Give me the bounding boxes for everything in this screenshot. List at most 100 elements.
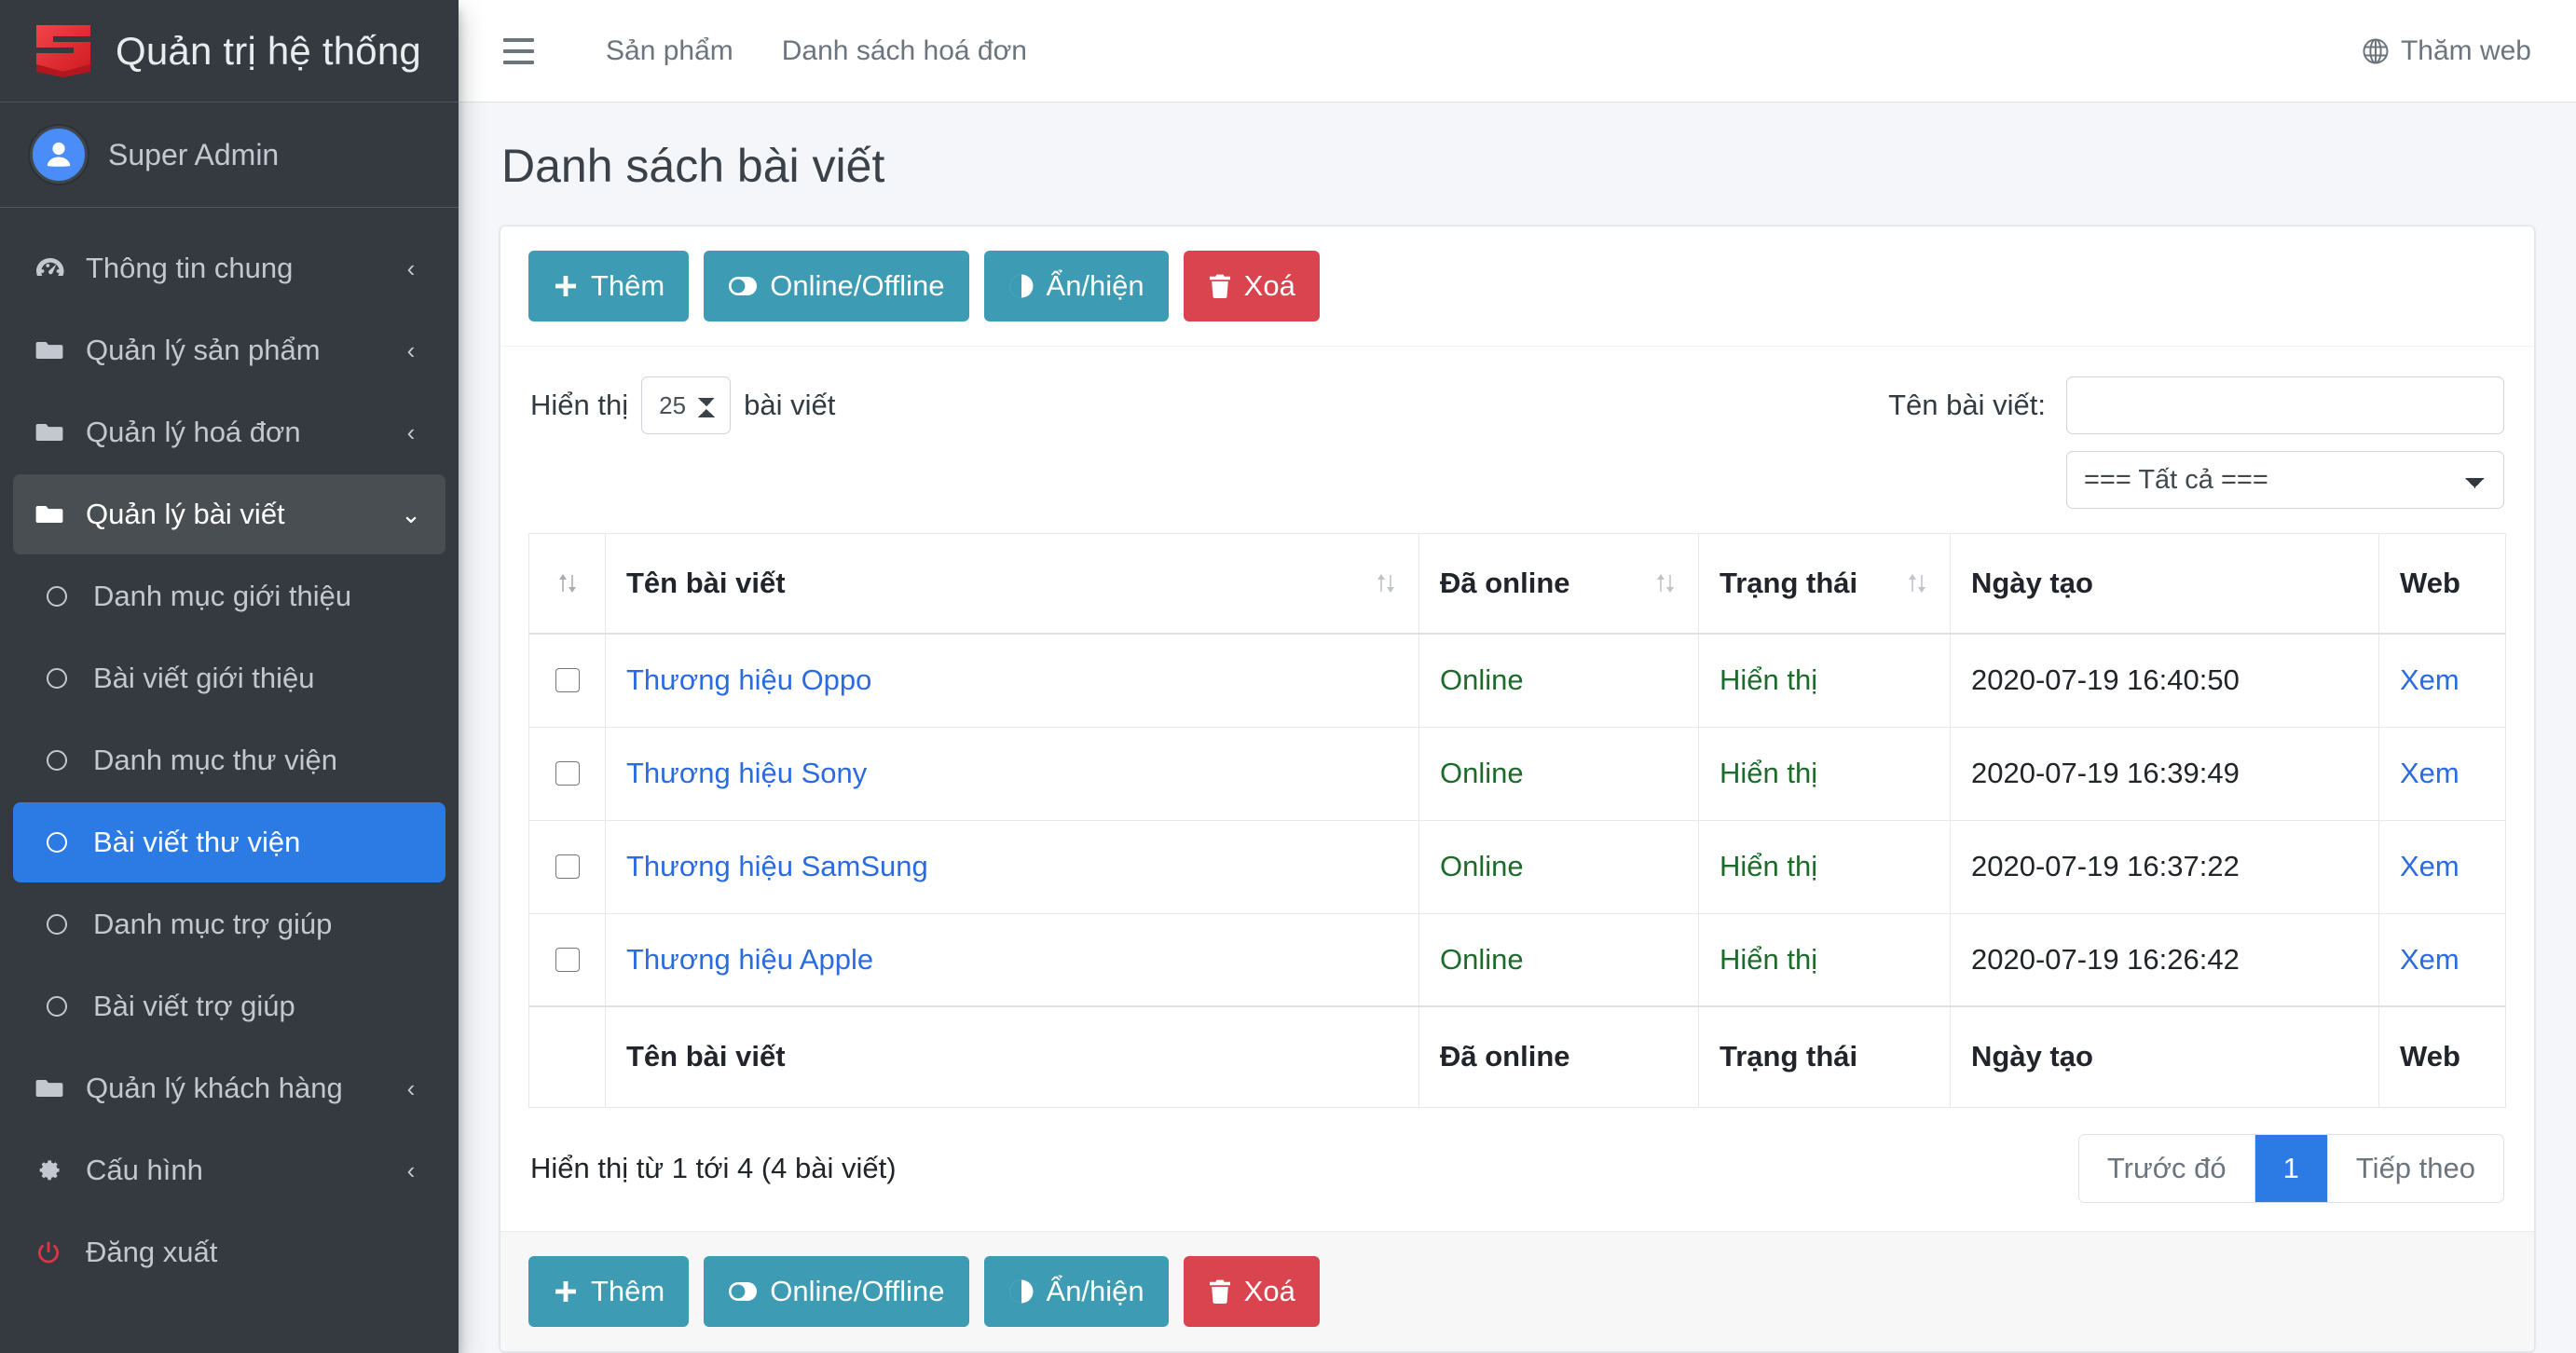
- delete-button-bottom[interactable]: Xoá: [1183, 1255, 1320, 1327]
- article-name-link[interactable]: Thương hiệu Sony: [626, 757, 867, 789]
- sidebar-item-bai-viet-tro-giup[interactable]: Bài viết trợ giúp: [13, 966, 445, 1046]
- folder-icon: [35, 1077, 78, 1100]
- pagination-info: Hiển thị từ 1 tới 4 (4 bài viết): [530, 1151, 897, 1184]
- sidebar-item-bai-viet-gioi-thieu[interactable]: Bài viết giới thiệu: [13, 638, 445, 718]
- pagination-prev[interactable]: Trước đó: [2079, 1134, 2255, 1202]
- sidebar-item-thong-tin-chung[interactable]: Thông tin chung ‹: [13, 228, 445, 308]
- card-footer-toolbar: Thêm Online/Offline Ẩn/hiện Xoá: [500, 1230, 2534, 1351]
- row-checkbox[interactable]: [555, 854, 580, 879]
- delete-button-top[interactable]: Xoá: [1183, 250, 1320, 321]
- row-name-cell: Thương hiệu SamSung: [605, 819, 1419, 914]
- pagination-page-1[interactable]: 1: [2254, 1134, 2328, 1202]
- table-row: Thương hiệu Oppo Online Hiển thị 2020-07…: [528, 633, 2506, 728]
- circle-icon: [47, 750, 86, 771]
- sidebar-item-quan-ly-bai-viet[interactable]: Quản lý bài viết ⌄: [13, 474, 445, 554]
- tf-date: Ngày tạo: [1950, 1005, 2379, 1108]
- toolbar-top: Thêm Online/Offline Ẩn/hiện Xoá: [528, 250, 2506, 321]
- circle-icon: [47, 586, 86, 607]
- topnav-link-san-pham[interactable]: Sản phẩm: [582, 35, 758, 67]
- circle-icon: [47, 914, 86, 935]
- th-name[interactable]: Tên bài viết: [605, 532, 1419, 635]
- th-label: Tên bài viết: [626, 566, 786, 599]
- view-link[interactable]: Xem: [2400, 850, 2460, 882]
- pagination-next[interactable]: Tiếp theo: [2328, 1135, 2503, 1202]
- row-date-cell: 2020-07-19 16:37:22: [1950, 819, 2379, 914]
- brand-title: Quản trị hệ thống: [116, 28, 421, 73]
- row-web-cell: Xem: [2378, 912, 2506, 1007]
- category-filter-select[interactable]: === Tất cả ===: [2066, 450, 2504, 509]
- sidebar-item-danh-muc-tro-giup[interactable]: Danh mục trợ giúp: [13, 884, 445, 964]
- add-button-top[interactable]: Thêm: [528, 250, 690, 321]
- sidebar-item-label: Bài viết thư viện: [93, 826, 301, 858]
- row-checkbox[interactable]: [555, 761, 580, 786]
- sidebar-item-dang-xuat[interactable]: Đăng xuất: [13, 1212, 445, 1292]
- user-panel[interactable]: Super Admin: [0, 102, 459, 208]
- row-checkbox-cell: [528, 726, 606, 821]
- toggle-circle-icon: [728, 273, 758, 299]
- pagination-controls: Trước đó 1 Tiếp theo: [2077, 1133, 2504, 1203]
- visibility-status: Hiển thị: [1720, 850, 1818, 882]
- sidebar-item-bai-viet-thu-vien[interactable]: Bài viết thư viện: [13, 802, 445, 882]
- sidebar-item-quan-ly-khach-hang[interactable]: Quản lý khách hàng ‹: [13, 1048, 445, 1128]
- sidebar-item-label: Bài viết giới thiệu: [93, 662, 315, 694]
- chevron-down-icon: ⌄: [401, 500, 421, 528]
- circle-icon: [47, 832, 86, 853]
- sidebar-item-danh-muc-thu-vien[interactable]: Danh mục thư viện: [13, 720, 445, 800]
- online-offline-button-top[interactable]: Online/Offline: [704, 250, 969, 321]
- th-online[interactable]: Đã online: [1418, 532, 1699, 635]
- length-suffix-label: bài viết: [744, 388, 836, 421]
- sidebar-item-danh-muc-gioi-thieu[interactable]: Danh mục giới thiệu: [13, 556, 445, 636]
- hide-show-button-bottom[interactable]: Ẩn/hiện: [983, 1255, 1169, 1327]
- sidebar-item-quan-ly-san-pham[interactable]: Quản lý sản phẩm ‹: [13, 310, 445, 390]
- chevron-left-icon: ‹: [406, 418, 416, 446]
- view-link[interactable]: Xem: [2400, 663, 2460, 696]
- sidebar-item-quan-ly-hoa-don[interactable]: Quản lý hoá đơn ‹: [13, 392, 445, 472]
- half-circle-icon: [1008, 273, 1035, 299]
- brand-header[interactable]: Quản trị hệ thống: [0, 0, 459, 102]
- table-head: Tên bài viết Đã online Trạng thái Ngày t…: [528, 532, 2506, 635]
- th-status[interactable]: Trạng thái: [1698, 532, 1951, 635]
- view-link[interactable]: Xem: [2400, 757, 2460, 789]
- topnav-link-danh-sach-hoa-don[interactable]: Danh sách hoá đơn: [758, 35, 1051, 67]
- name-search-input[interactable]: [2066, 376, 2504, 434]
- folder-icon: [35, 339, 78, 362]
- button-label: Online/Offline: [770, 1274, 945, 1307]
- tf-online: Đã online: [1418, 1005, 1699, 1108]
- th-web: Web: [2378, 532, 2506, 635]
- row-status-cell: Hiển thị: [1698, 819, 1951, 914]
- card-body: Hiển thị 25 50 100 bài viết Tên bài viết…: [500, 347, 2534, 1231]
- article-name-link[interactable]: Thương hiệu Oppo: [626, 663, 871, 696]
- visit-web-button[interactable]: Thăm web: [2362, 35, 2541, 67]
- th-select-all[interactable]: [528, 532, 606, 635]
- button-label: Ẩn/hiện: [1046, 1274, 1144, 1307]
- page-length-select[interactable]: 25 50 100: [641, 376, 732, 434]
- row-date-cell: 2020-07-19 16:39:49: [1950, 726, 2379, 821]
- tf-status: Trạng thái: [1698, 1005, 1951, 1108]
- sort-icon: [1905, 571, 1929, 595]
- add-button-bottom[interactable]: Thêm: [528, 1255, 690, 1327]
- sidebar-item-cau-hinh[interactable]: Cấu hình ‹: [13, 1130, 445, 1210]
- row-checkbox[interactable]: [555, 947, 580, 972]
- main-area: Sản phẩm Danh sách hoá đơn Thăm web Danh…: [459, 0, 2576, 1353]
- hide-show-button-top[interactable]: Ẩn/hiện: [983, 250, 1169, 321]
- row-checkbox[interactable]: [555, 668, 580, 693]
- row-web-cell: Xem: [2378, 819, 2506, 914]
- right-filters: Tên bài viết: === Tất cả ===: [1888, 376, 2504, 509]
- table-row: Thương hiệu Apple Online Hiển thị 2020-0…: [528, 912, 2506, 1007]
- row-name-cell: Thương hiệu Sony: [605, 726, 1419, 821]
- row-checkbox-cell: [528, 819, 606, 914]
- view-link[interactable]: Xem: [2400, 943, 2460, 976]
- row-online-cell: Online: [1418, 633, 1699, 728]
- globe-icon: [2362, 37, 2390, 65]
- online-offline-button-bottom[interactable]: Online/Offline: [704, 1255, 969, 1327]
- sidebar-submenu-bai-viet: Danh mục giới thiệu Bài viết giới thiệu …: [13, 556, 445, 1046]
- article-name-link[interactable]: Thương hiệu Apple: [626, 943, 873, 976]
- chevron-left-icon: ‹: [406, 254, 416, 282]
- visibility-status: Hiển thị: [1720, 942, 1818, 976]
- th-date: Ngày tạo: [1950, 532, 2379, 635]
- row-status-cell: Hiển thị: [1698, 726, 1951, 821]
- article-name-link[interactable]: Thương hiệu SamSung: [626, 850, 928, 882]
- hamburger-icon[interactable]: [492, 25, 544, 77]
- button-label: Xoá: [1243, 1274, 1295, 1307]
- row-status-cell: Hiển thị: [1698, 633, 1951, 728]
